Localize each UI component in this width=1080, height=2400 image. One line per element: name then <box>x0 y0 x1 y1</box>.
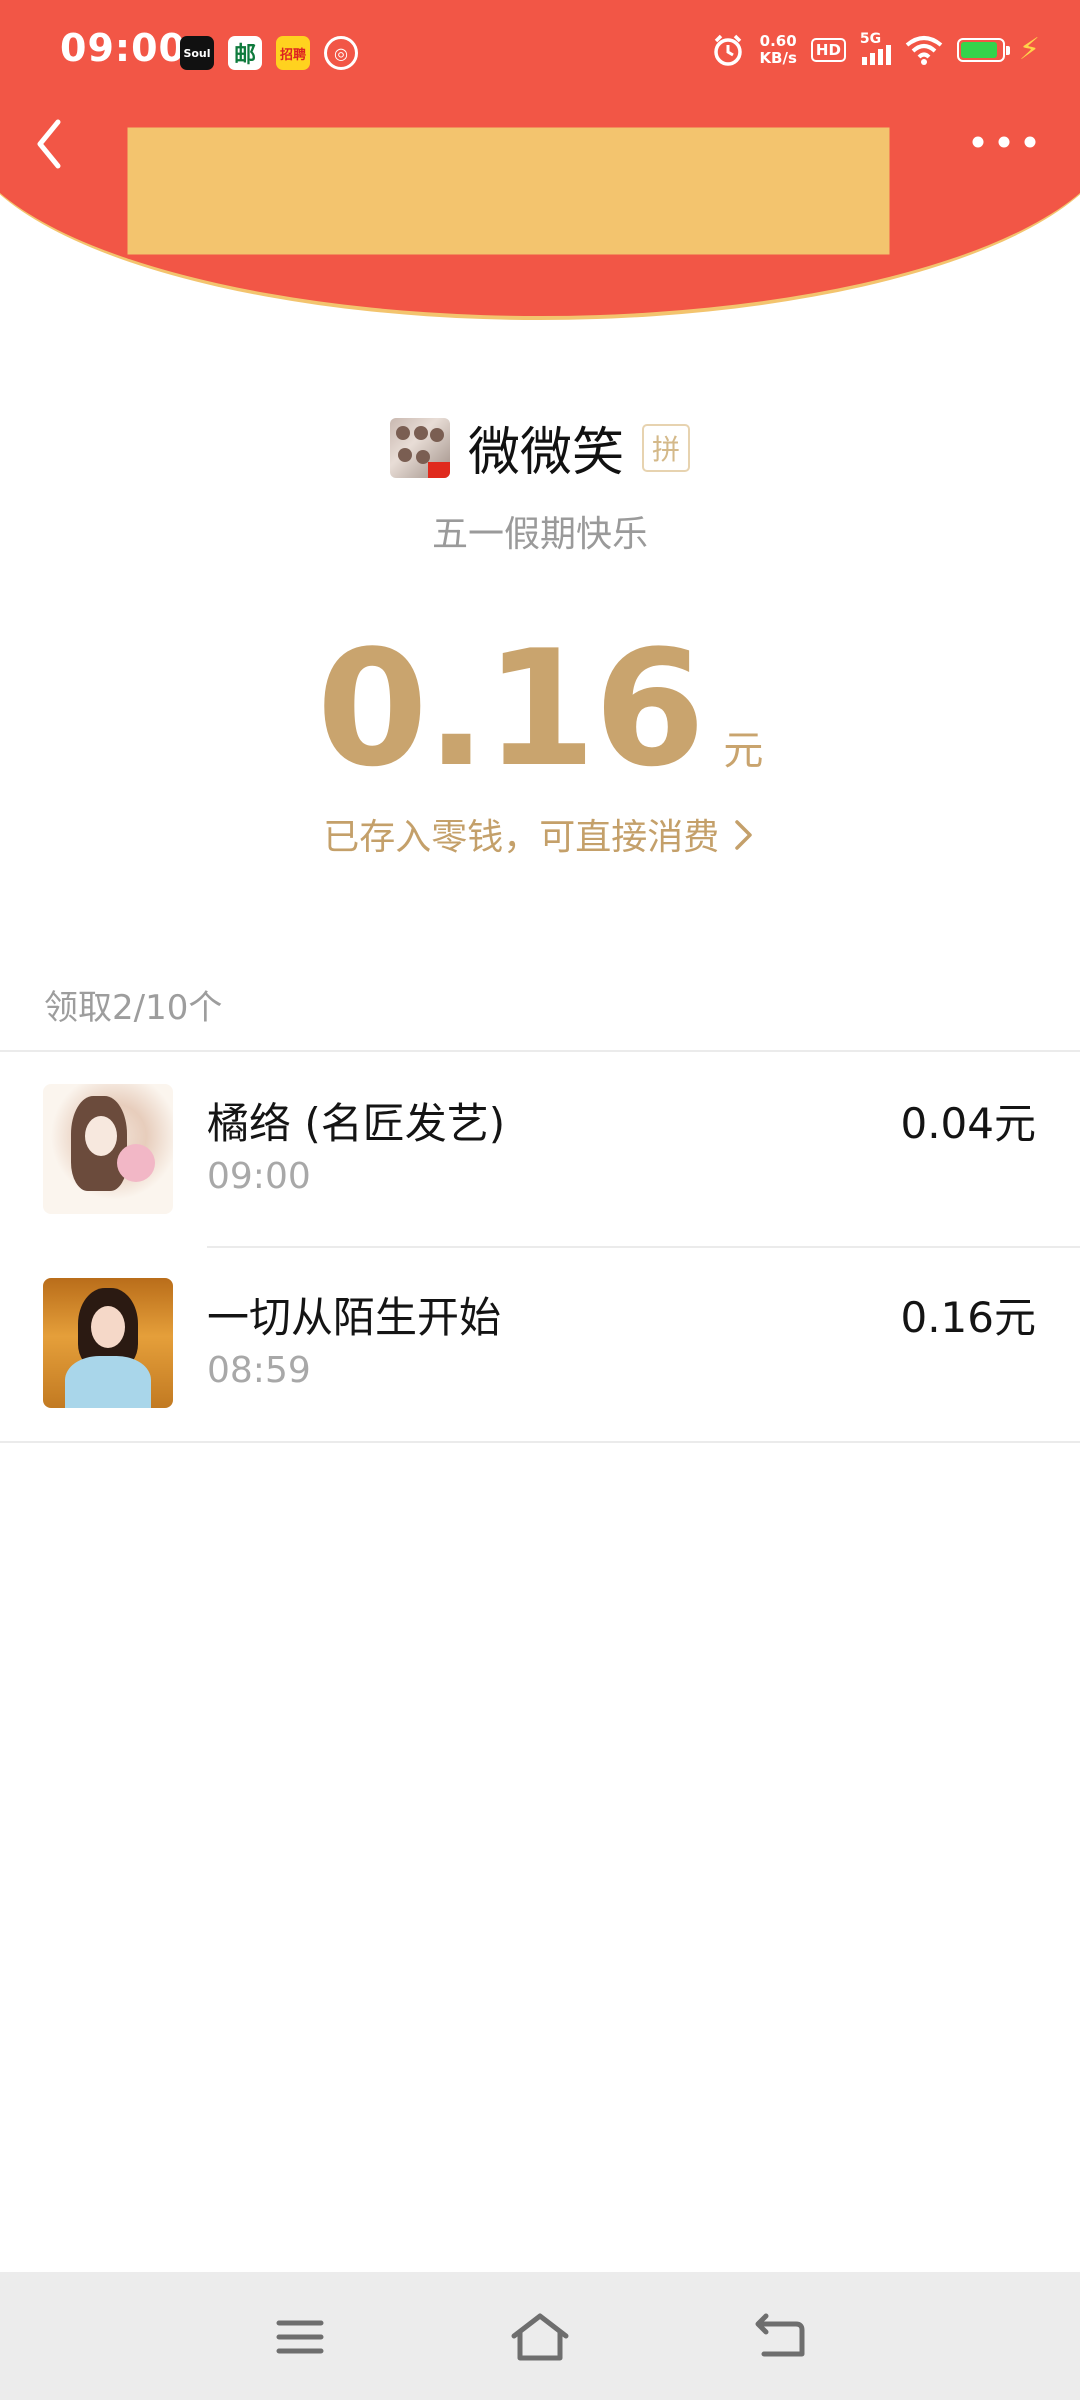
network-speed-value: 0.60 <box>759 31 797 50</box>
home-button[interactable] <box>505 2302 575 2372</box>
post-app-icon: 邮 <box>228 36 262 70</box>
claimer-name: 一切从陌生开始 <box>207 1293 502 1342</box>
sender-avatar[interactable] <box>389 417 450 478</box>
saved-to-balance-link[interactable]: 已存入零钱，可直接消费 <box>0 808 1080 860</box>
claimer-avatar[interactable] <box>43 1084 173 1214</box>
job-app-icon: 招聘 <box>276 36 310 70</box>
system-navigation-bar <box>0 2272 1080 2400</box>
menu-icon <box>276 2320 324 2354</box>
cellular-signal-icon: 5G <box>860 31 891 65</box>
menu-button[interactable] <box>265 2302 335 2372</box>
alarm-icon <box>714 34 743 66</box>
back-button[interactable] <box>28 110 98 180</box>
greeting-message: 五一假期快乐 <box>431 514 648 555</box>
amount-display: 0.16 元 <box>0 615 1080 802</box>
list-bottom-divider <box>0 1441 1080 1443</box>
battery-icon <box>956 37 1010 62</box>
claim-list-item[interactable]: 一切从陌生开始 08:59 0.16元 <box>0 1248 1080 1442</box>
pin-badge: 拼 <box>642 423 690 472</box>
return-icon <box>755 2313 805 2357</box>
claim-summary: 领取2/10个 <box>44 988 223 1028</box>
chevron-right-icon <box>734 820 752 850</box>
claim-time: 09:00 <box>207 1156 311 1197</box>
chevron-left-icon <box>37 119 61 169</box>
claimer-name: 橘络 (名匠发艺) <box>207 1099 506 1148</box>
sender-name: 微微笑 <box>467 423 624 483</box>
network-type: 5G <box>859 30 882 47</box>
more-options-button[interactable] <box>964 118 1044 168</box>
network-speed-unit: KB/s <box>759 48 797 67</box>
status-time: 09:00 <box>60 26 186 70</box>
status-bar: 09:00 Soul 邮 招聘 ◎ 0.60 KB/s HD 5G ⚡ <box>0 0 1080 110</box>
saved-link-text: 已存入零钱，可直接消费 <box>323 817 720 858</box>
swirl-app-icon: ◎ <box>324 36 358 70</box>
claim-amount: 0.16元 <box>900 1293 1036 1342</box>
charging-icon: ⚡ <box>1018 32 1040 67</box>
amount-unit: 元 <box>723 728 764 774</box>
claimer-avatar[interactable] <box>43 1278 173 1408</box>
home-icon <box>511 2313 569 2361</box>
system-icons: 0.60 KB/s HD 5G ⚡ <box>711 31 1040 67</box>
notification-icons: Soul 邮 招聘 ◎ <box>180 36 358 70</box>
back-nav-button[interactable] <box>745 2302 815 2372</box>
claim-list-item[interactable]: 橘络 (名匠发艺) 09:00 0.04元 <box>0 1052 1080 1246</box>
claim-amount: 0.04元 <box>900 1099 1036 1148</box>
amount-value: 0.16 <box>316 615 706 802</box>
red-packet-detail-page: 09:00 Soul 邮 招聘 ◎ 0.60 KB/s HD 5G ⚡ 微微笑 … <box>0 0 1080 2400</box>
more-dots-icon <box>972 136 1036 148</box>
soul-app-icon: Soul <box>180 36 214 70</box>
claim-time: 08:59 <box>207 1350 311 1391</box>
sender-info: 微微笑 拼 <box>0 410 1080 485</box>
network-speed: 0.60 KB/s <box>759 31 797 67</box>
hd-icon: HD <box>810 37 846 62</box>
wifi-icon <box>905 35 943 65</box>
